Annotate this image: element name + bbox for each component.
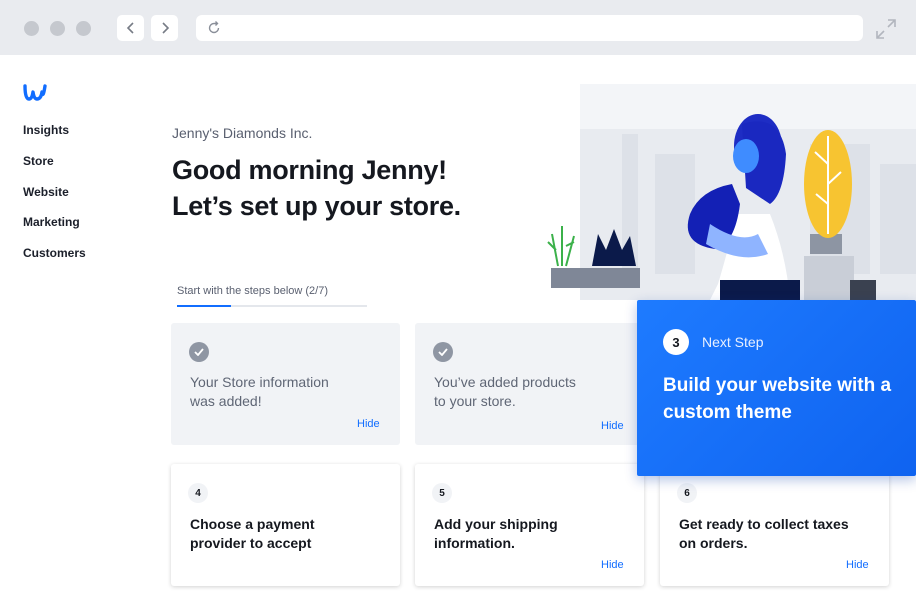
step-card-text: You’ve added products	[434, 374, 576, 390]
step-number: 5	[432, 483, 452, 503]
step-card-text: Add your shipping	[434, 516, 558, 532]
next-step-label: Next Step	[702, 334, 764, 350]
step-number: 6	[677, 483, 697, 503]
greeting-subline: Let’s set up your store.	[172, 191, 461, 221]
sidebar-item-website[interactable]: Website	[23, 185, 69, 199]
step-card-text: on orders.	[679, 535, 748, 551]
address-bar[interactable]	[196, 15, 863, 41]
step-card-text: to your store.	[434, 393, 516, 409]
page-title: Good morning Jenny! Let’s set up your st…	[172, 152, 461, 224]
back-button[interactable]	[117, 15, 144, 41]
sidebar-item-marketing[interactable]: Marketing	[23, 215, 80, 229]
sidebar-item-store[interactable]: Store	[23, 154, 54, 168]
browser-toolbar	[0, 0, 916, 55]
hide-link[interactable]: Hide	[846, 559, 869, 571]
step-card-text: was added!	[190, 393, 262, 409]
step-card-taxes[interactable]: 6 Get ready to collect taxes on orders. …	[660, 464, 889, 586]
step-card-text: Your Store information	[190, 374, 329, 390]
step-card-text: information.	[434, 535, 515, 551]
store-setup-illustration	[547, 84, 916, 300]
hide-link[interactable]: Hide	[601, 559, 624, 571]
company-name: Jenny's Diamonds Inc.	[172, 125, 313, 141]
window-close-button[interactable]	[24, 21, 39, 36]
hide-link[interactable]: Hide	[357, 418, 380, 430]
window-maximize-button[interactable]	[76, 21, 91, 36]
greeting-line: Good morning Jenny!	[172, 155, 447, 185]
step-card-text: Choose a payment	[190, 516, 315, 532]
steps-progress-bar	[177, 305, 367, 307]
step-card-shipping[interactable]: 5 Add your shipping information. Hide	[415, 464, 644, 586]
check-icon	[189, 342, 209, 362]
check-icon	[433, 342, 453, 362]
expand-icon[interactable]	[874, 17, 898, 41]
next-step-title: Build your website with a custom theme	[663, 375, 892, 423]
weebly-logo[interactable]	[22, 82, 48, 102]
window-minimize-button[interactable]	[50, 21, 65, 36]
forward-button[interactable]	[151, 15, 178, 41]
sidebar-item-customers[interactable]: Customers	[23, 246, 86, 260]
step-card-products: You’ve added products to your store. Hid…	[415, 323, 644, 445]
steps-progress-label: Start with the steps below (2/7)	[177, 285, 329, 297]
step-card-text: Get ready to collect taxes	[679, 516, 849, 532]
chevron-left-icon	[126, 22, 134, 34]
chevron-right-icon	[161, 22, 169, 34]
step-card-payment[interactable]: 4 Choose a payment provider to accept	[171, 464, 400, 586]
reload-icon[interactable]	[206, 20, 222, 36]
step-number: 4	[188, 483, 208, 503]
step-card-store-info: Your Store information was added! Hide	[171, 323, 400, 445]
step-card-text: provider to accept	[190, 535, 312, 551]
next-step-number: 3	[663, 329, 689, 355]
next-step-card[interactable]: 3 Next Step Build your website with a cu…	[637, 300, 916, 476]
sidebar-item-insights[interactable]: Insights	[23, 123, 69, 137]
hide-link[interactable]: Hide	[601, 420, 624, 432]
steps-progress-fill	[177, 305, 232, 307]
